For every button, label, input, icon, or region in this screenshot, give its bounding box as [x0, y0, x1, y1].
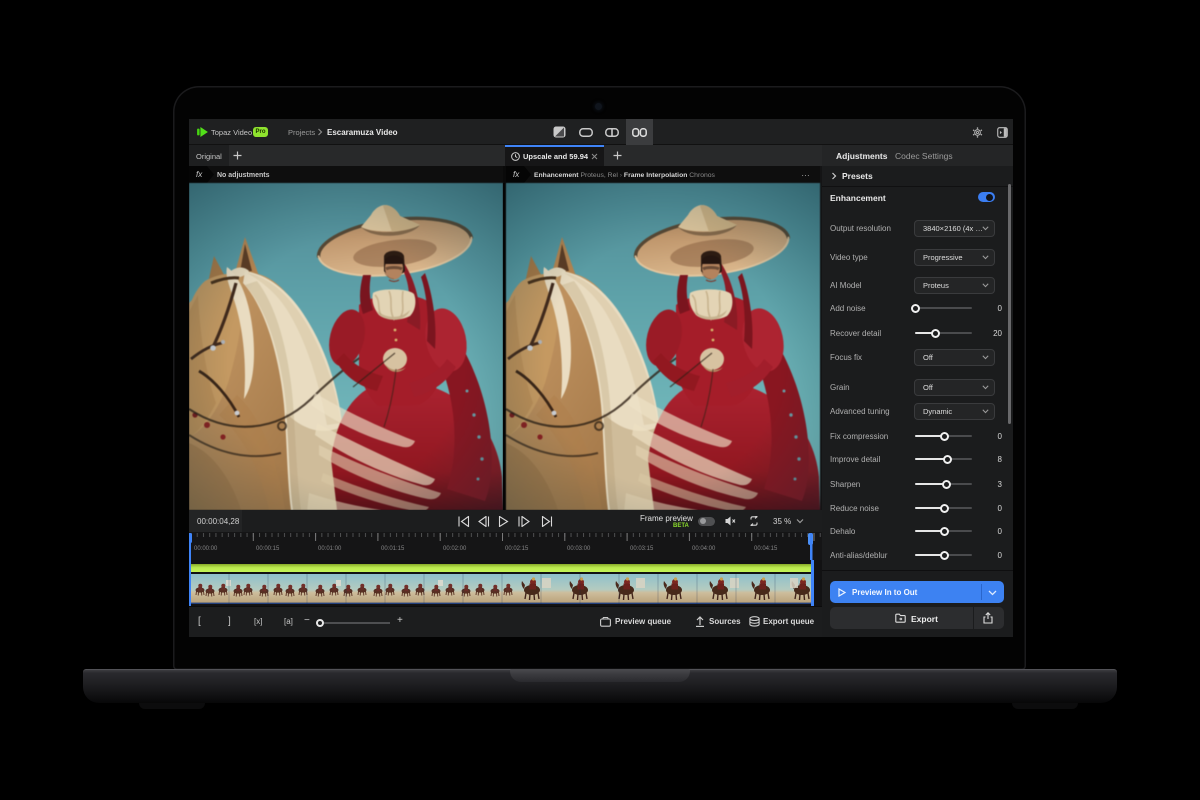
svg-text:00:03:15: 00:03:15 [630, 546, 654, 552]
svg-text:00:03:00: 00:03:00 [567, 546, 591, 552]
svg-text:00:02:00: 00:02:00 [443, 546, 467, 552]
svg-text:00:00:15: 00:00:15 [256, 546, 280, 552]
svg-text:00:01:00: 00:01:00 [318, 546, 342, 552]
svg-text:00:00:00: 00:00:00 [194, 546, 218, 552]
svg-text:00:01:15: 00:01:15 [381, 546, 405, 552]
svg-text:00:04:00: 00:04:00 [692, 546, 716, 552]
svg-text:00:04:15: 00:04:15 [754, 546, 778, 552]
svg-text:00:02:15: 00:02:15 [505, 546, 529, 552]
